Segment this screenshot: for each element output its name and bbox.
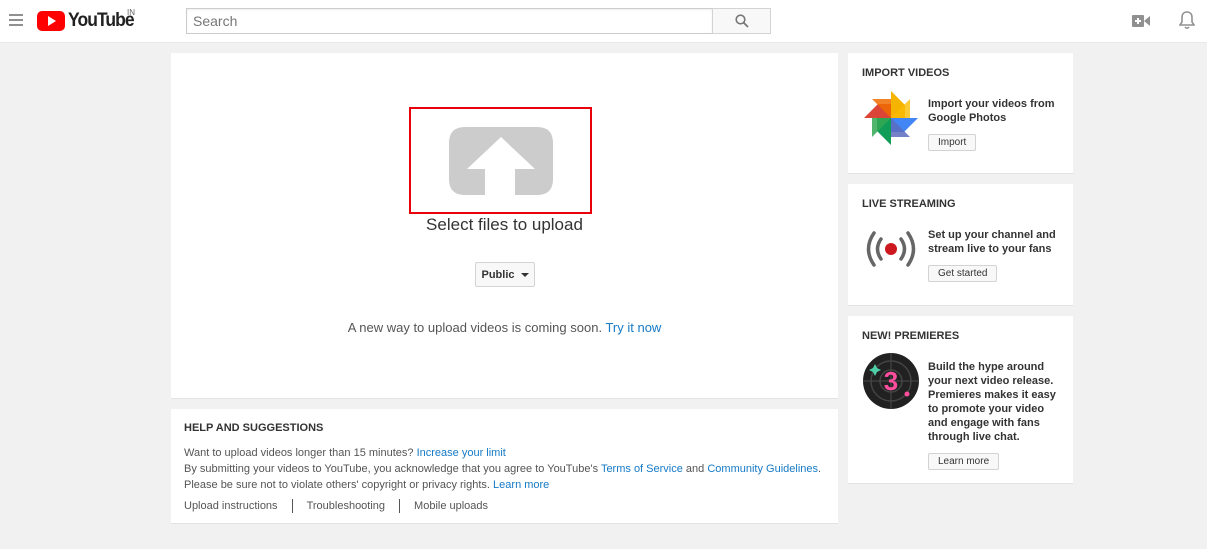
upload-dropzone[interactable] — [409, 107, 592, 214]
help-line-2: By submitting your videos to YouTube, yo… — [184, 463, 599, 475]
live-streaming-card: LIVE STREAMING Set up your channel and s… — [848, 184, 1073, 306]
youtube-play-icon — [37, 11, 65, 31]
search-button[interactable] — [712, 8, 771, 34]
premieres-text: Build the hype around your next video re… — [928, 361, 1056, 443]
help-title: HELP AND SUGGESTIONS — [184, 422, 324, 434]
import-button[interactable]: Import — [928, 134, 977, 151]
privacy-value: Public — [481, 268, 515, 281]
notifications-bell-icon[interactable] — [1179, 11, 1195, 30]
help-suggestions-panel: HELP AND SUGGESTIONS Want to upload vide… — [171, 409, 838, 524]
help-text: Want to upload videos longer than 15 min… — [184, 445, 825, 493]
import-title: IMPORT VIDEOS — [862, 67, 950, 79]
live-broadcast-icon — [866, 231, 916, 267]
terms-of-service-link[interactable]: Terms of Service — [601, 463, 683, 475]
try-it-now-link[interactable]: Try it now — [605, 320, 661, 335]
help-line-3: Please be sure not to violate others' co… — [184, 479, 490, 491]
premieres-learn-more-button[interactable]: Learn more — [928, 453, 1000, 470]
community-guidelines-link[interactable]: Community Guidelines — [707, 463, 818, 475]
get-started-button[interactable]: Get started — [928, 265, 998, 282]
mobile-uploads-link[interactable]: Mobile uploads — [399, 499, 502, 513]
learn-more-link[interactable]: Learn more — [493, 479, 549, 491]
notice-text: A new way to upload videos is coming soo… — [347, 320, 603, 335]
import-text: Import your videos from Google Photos — [928, 98, 1055, 124]
import-videos-card: IMPORT VIDEOS Import your videos from Go… — [848, 53, 1073, 174]
google-photos-icon — [864, 91, 918, 145]
premieres-icon-digit: 3 — [884, 366, 898, 396]
upload-instructions-link[interactable]: Upload instructions — [184, 499, 292, 513]
youtube-logo[interactable]: YouTube — [37, 10, 139, 31]
help-line-1: Want to upload videos longer than 15 min… — [184, 447, 414, 459]
guide-menu-icon[interactable] — [9, 14, 23, 26]
region-code: IN — [127, 8, 135, 17]
select-files-label[interactable]: Select files to upload — [171, 215, 838, 235]
upload-arrow-icon — [448, 126, 553, 197]
masthead: YouTube IN — [0, 0, 1207, 43]
caret-down-icon — [520, 272, 529, 277]
upload-panel: Select files to upload Public A new way … — [171, 53, 838, 399]
troubleshooting-link[interactable]: Troubleshooting — [291, 499, 399, 513]
premieres-title: NEW! PREMIERES — [862, 330, 960, 342]
create-video-icon[interactable] — [1132, 14, 1150, 28]
help-line-2-end: . — [818, 463, 822, 475]
logo-wordmark: YouTube — [68, 10, 135, 31]
live-title: LIVE STREAMING — [862, 198, 956, 210]
search-icon — [734, 14, 749, 28]
premieres-card: NEW! PREMIERES 3 Build the hype around y… — [848, 316, 1073, 484]
increase-limit-link[interactable]: Increase your limit — [417, 447, 506, 459]
help-links: Upload instructions Troubleshooting Mobi… — [184, 499, 825, 513]
new-upload-notice: A new way to upload videos is coming soo… — [171, 320, 838, 335]
search-input[interactable] — [186, 8, 712, 34]
search-bar — [186, 8, 771, 34]
live-text: Set up your channel and stream live to y… — [928, 229, 1056, 255]
privacy-dropdown[interactable]: Public — [475, 262, 535, 287]
premieres-countdown-icon: 3 — [863, 353, 919, 409]
help-line-2-and: and — [685, 463, 705, 475]
